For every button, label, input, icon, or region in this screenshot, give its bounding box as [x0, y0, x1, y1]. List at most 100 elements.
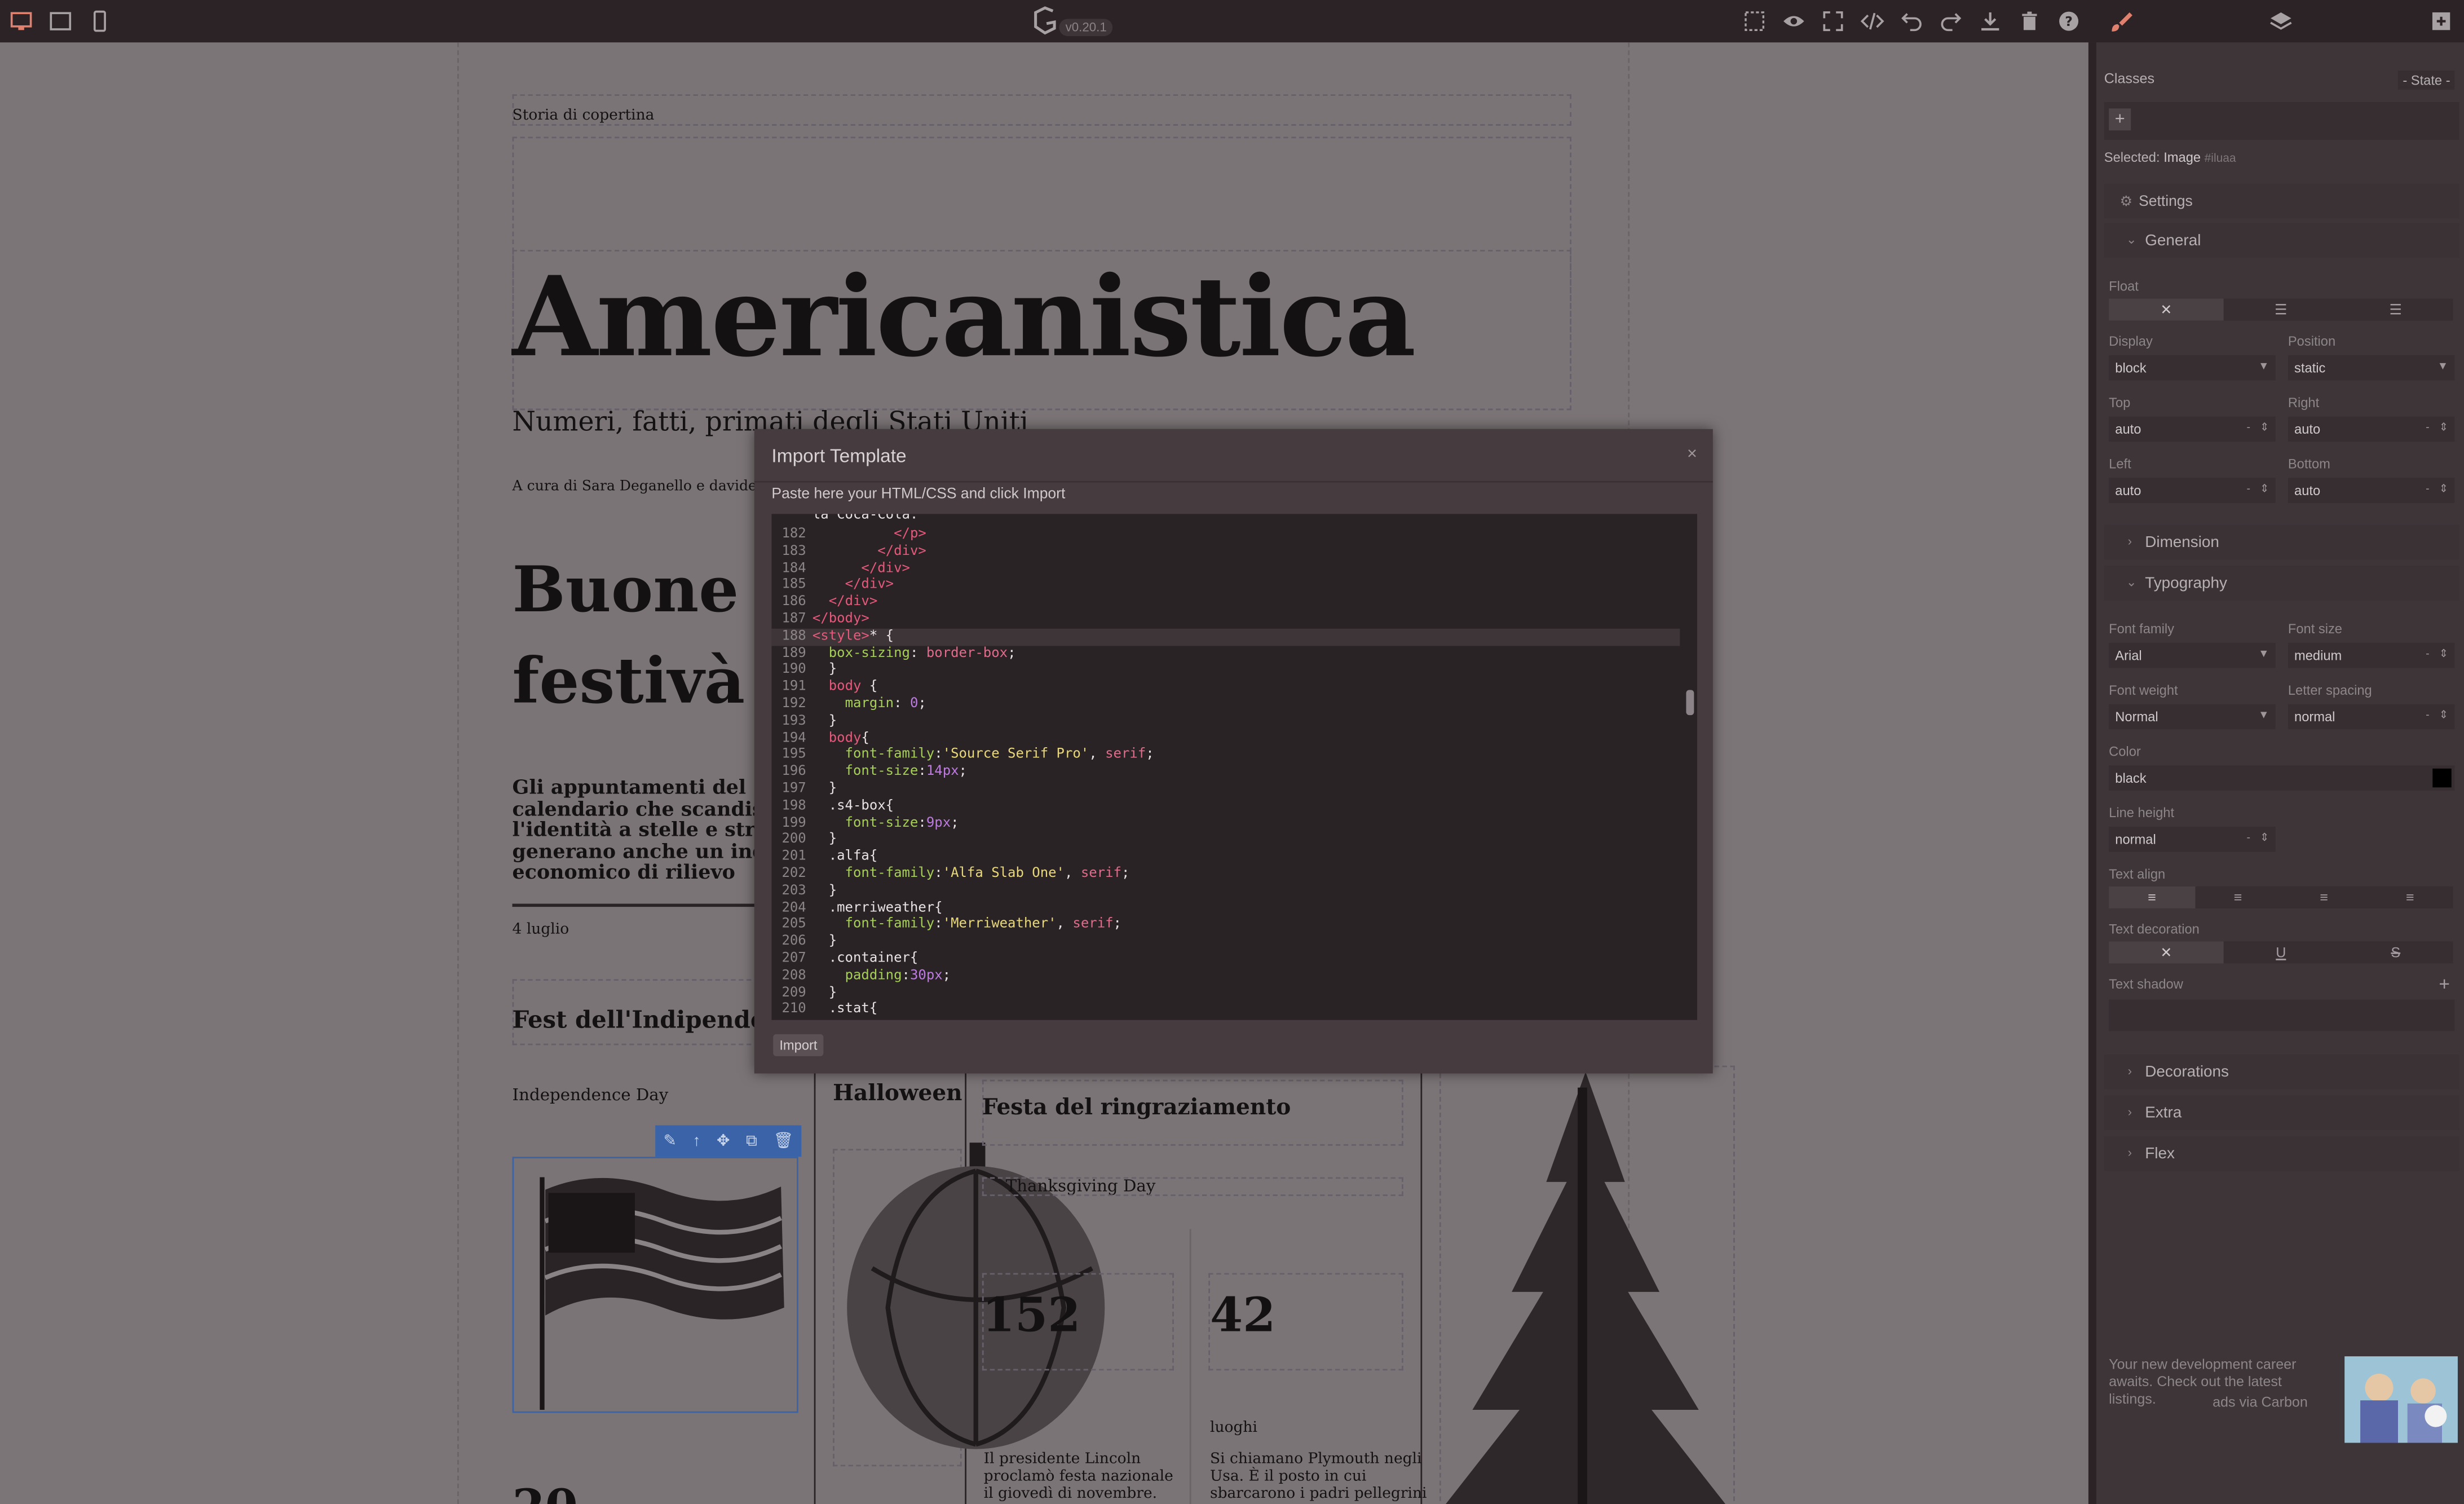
flex-section-header[interactable]: › Flex [2104, 1136, 2459, 1171]
position-select[interactable]: static ▼ [2288, 355, 2455, 381]
help-icon[interactable]: ? [2054, 6, 2082, 34]
color-swatch[interactable] [2432, 768, 2452, 788]
settings-section[interactable]: ⚙ Settings [2104, 184, 2459, 219]
ad-via-link[interactable]: ads via Carbon [2213, 1394, 2308, 1410]
line-number: 205 [781, 916, 806, 933]
stat-value-1[interactable]: 152 [982, 1289, 1081, 1344]
buone-title-line2[interactable]: festivà [513, 645, 745, 718]
align-center-icon[interactable]: ≡ [2195, 886, 2281, 908]
code-token: </div> [828, 594, 878, 610]
float-radio[interactable]: ✕ ☰ ☰ [2109, 298, 2453, 321]
add-class-button[interactable]: + [2109, 108, 2131, 131]
dimension-section-header[interactable]: › Dimension [2104, 524, 2459, 560]
float-left-icon[interactable]: ☰ [2224, 299, 2338, 321]
edit-pencil-icon[interactable]: ✎ [663, 1132, 676, 1150]
typography-section-header[interactable]: ⌄ Typography [2104, 566, 2459, 601]
stepper-icon[interactable]: ⇕ [2260, 417, 2269, 442]
editor-scrollbar[interactable] [1686, 690, 1694, 716]
tablet-device-icon[interactable] [46, 6, 74, 34]
redo-icon[interactable] [1936, 6, 1964, 34]
buone-title-line1[interactable]: Buone [513, 553, 739, 627]
authors-text[interactable]: A cura di Sara Deganello e davide mo [513, 479, 783, 495]
lincoln-paragraph[interactable]: Il presidente Lincoln proclamò festa naz… [984, 1450, 1173, 1502]
font-weight-select[interactable]: Normal ▼ [2109, 704, 2276, 730]
color-input[interactable]: black [2109, 765, 2455, 791]
flag-image-selected[interactable] [512, 1157, 798, 1413]
modal-close-icon[interactable]: × [1687, 445, 1697, 464]
code-token: body [828, 730, 862, 746]
line-number: 182 [781, 526, 806, 543]
code-token: , [1056, 916, 1073, 933]
font-size-input[interactable]: medium - ⇕ [2288, 642, 2455, 668]
christmas-tree-image-icon[interactable] [1439, 1071, 1732, 1504]
align-justify-icon[interactable]: ≡ [2367, 886, 2453, 908]
display-select[interactable]: block ▼ [2109, 355, 2276, 381]
bottom-input[interactable]: auto - ⇕ [2288, 478, 2455, 503]
trash-icon[interactable] [2015, 6, 2043, 34]
text-align-radio[interactable]: ≡ ≡ ≡ ≡ [2109, 886, 2453, 908]
code-view-icon[interactable] [1857, 6, 1885, 34]
stepper-icon[interactable]: ⇕ [2439, 478, 2448, 503]
stat-value-2[interactable]: 42 [1210, 1289, 1275, 1344]
align-left-icon[interactable]: ≡ [2109, 886, 2195, 908]
ad-image[interactable] [2344, 1356, 2458, 1443]
luoghi-label[interactable]: luoghi [1210, 1419, 1257, 1437]
stepper-icon[interactable]: ⇕ [2260, 478, 2269, 503]
add-text-shadow-icon[interactable]: + [2439, 973, 2450, 995]
storia-text[interactable]: Storia di copertina [513, 107, 655, 125]
float-right-icon[interactable]: ☰ [2338, 299, 2453, 321]
stepper-icon[interactable]: ⇕ [2439, 417, 2448, 442]
float-none-icon[interactable]: ✕ [2109, 298, 2224, 321]
bottom-number[interactable]: 20 [513, 1480, 578, 1504]
plymouth-paragraph[interactable]: Si chiamano Plymouth negli Usa. È il pos… [1210, 1450, 1427, 1502]
fullscreen-icon[interactable] [1818, 6, 1847, 34]
fest-title[interactable]: Fest dell'Indipende [513, 1006, 766, 1034]
letter-spacing-input[interactable]: normal - ⇕ [2288, 704, 2455, 730]
undo-icon[interactable] [1897, 6, 1925, 34]
delete-icon[interactable]: 🗑 [774, 1132, 793, 1150]
preview-eye-icon[interactable] [1779, 6, 1807, 34]
line-number: 209 [781, 985, 806, 1001]
stepper-icon[interactable]: ⇕ [2439, 704, 2448, 730]
stepper-icon[interactable]: ⇕ [2439, 643, 2448, 668]
blocks-add-icon[interactable] [2426, 6, 2454, 34]
font-family-select[interactable]: Arial ▼ [2109, 642, 2276, 668]
layers-icon[interactable] [2266, 6, 2294, 34]
underline-icon[interactable]: U [2224, 941, 2338, 963]
halloween-title[interactable]: Halloween [833, 1081, 962, 1106]
clone-icon[interactable]: ⧉ [746, 1132, 757, 1150]
ringraziamento-title[interactable]: Festa del ringraziamento [982, 1096, 1291, 1121]
select-parent-icon[interactable]: ↑ [692, 1132, 700, 1150]
strikethrough-icon[interactable]: S [2338, 941, 2453, 963]
desktop-device-icon[interactable] [6, 6, 34, 34]
sw-visibility-icon[interactable] [1739, 6, 1768, 34]
code-token: : [902, 968, 910, 984]
right-input[interactable]: auto - ⇕ [2288, 416, 2455, 442]
state-select[interactable]: - State - [2397, 70, 2455, 90]
stepper-icon[interactable]: ⇕ [2260, 827, 2269, 852]
date-text[interactable]: 4 luglio [513, 921, 569, 938]
style-manager-brush-icon[interactable] [2106, 6, 2134, 34]
flex-label: Flex [2145, 1145, 2175, 1163]
move-icon[interactable]: ✥ [717, 1132, 730, 1150]
line-number: 192 [781, 696, 806, 712]
align-right-icon[interactable]: ≡ [2281, 886, 2367, 908]
independence-label[interactable]: Independence Day [513, 1086, 669, 1105]
general-section-header[interactable]: ⌄ General [2104, 223, 2459, 258]
left-input[interactable]: auto - ⇕ [2109, 478, 2276, 503]
decorations-section-header[interactable]: › Decorations [2104, 1055, 2459, 1090]
line-height-input[interactable]: normal - ⇕ [2109, 826, 2276, 852]
main-title[interactable]: Americanistica [513, 252, 1416, 382]
text-decoration-radio[interactable]: ✕ U S [2109, 941, 2453, 964]
decoration-none-icon[interactable]: ✕ [2109, 941, 2224, 964]
code-editor[interactable]: la Coca-Cola. 182 </p> 183 </div> 184 </di… [771, 514, 1697, 1020]
storia-box[interactable] [512, 94, 1571, 126]
import-download-icon[interactable] [1975, 6, 2003, 34]
extra-section-header[interactable]: › Extra [2104, 1095, 2459, 1130]
import-button[interactable]: Import [773, 1034, 824, 1056]
top-input[interactable]: auto - ⇕ [2109, 416, 2276, 442]
mobile-device-icon[interactable] [85, 6, 113, 34]
